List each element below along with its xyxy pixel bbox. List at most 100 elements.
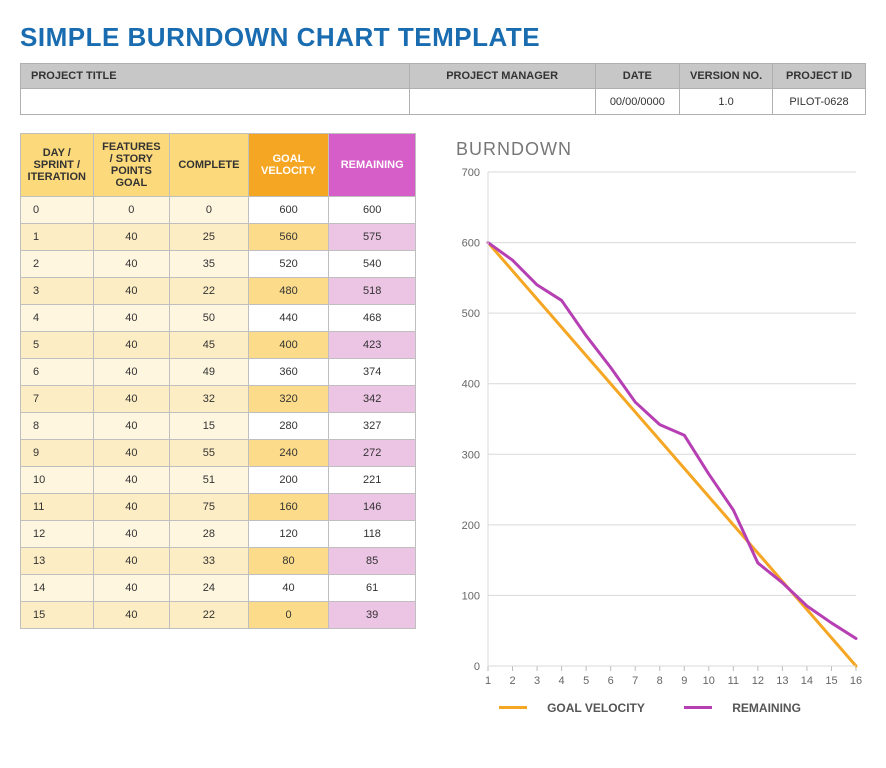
legend-remaining: REMAINING	[684, 701, 813, 715]
cell: 22	[170, 278, 249, 305]
chart-legend: GOAL VELOCITY REMAINING	[446, 698, 866, 715]
svg-text:700: 700	[462, 167, 480, 179]
svg-text:4: 4	[559, 675, 565, 687]
cell: 4	[21, 305, 94, 332]
svg-text:8: 8	[657, 675, 663, 687]
val-version[interactable]: 1.0	[680, 89, 773, 115]
cell: 40	[93, 521, 170, 548]
svg-text:14: 14	[801, 675, 813, 687]
cell: 40	[93, 251, 170, 278]
cell: 480	[248, 278, 329, 305]
cell: 15	[170, 413, 249, 440]
th-features: FEATURES / STORY POINTS GOAL	[93, 134, 170, 197]
cell: 280	[248, 413, 329, 440]
cell: 520	[248, 251, 329, 278]
cell: 160	[248, 494, 329, 521]
cell: 600	[329, 197, 416, 224]
table-row: 154022039	[21, 602, 416, 629]
svg-text:6: 6	[608, 675, 614, 687]
th-goal-velocity: GOAL VELOCITY	[248, 134, 329, 197]
cell: 40	[93, 575, 170, 602]
table-row: 64049360374	[21, 359, 416, 386]
val-project-manager[interactable]	[409, 89, 595, 115]
cell: 15	[21, 602, 94, 629]
cell: 61	[329, 575, 416, 602]
cell: 50	[170, 305, 249, 332]
cell: 32	[170, 386, 249, 413]
cell: 423	[329, 332, 416, 359]
cell: 55	[170, 440, 249, 467]
table-row: 24035520540	[21, 251, 416, 278]
chart-title: BURNDOWN	[456, 139, 866, 160]
svg-text:10: 10	[703, 675, 715, 687]
burndown-chart: 0100200300400500600700123456789101112131…	[446, 164, 866, 694]
cell: 11	[21, 494, 94, 521]
table-row: 94055240272	[21, 440, 416, 467]
cell: 272	[329, 440, 416, 467]
svg-text:1: 1	[485, 675, 491, 687]
cell: 13	[21, 548, 94, 575]
cell: 51	[170, 467, 249, 494]
cell: 24	[170, 575, 249, 602]
th-project-manager: PROJECT MANAGER	[409, 64, 595, 89]
cell: 374	[329, 359, 416, 386]
svg-text:100: 100	[462, 590, 480, 602]
cell: 118	[329, 521, 416, 548]
svg-text:3: 3	[534, 675, 540, 687]
table-row: 34022480518	[21, 278, 416, 305]
val-date[interactable]: 00/00/0000	[595, 89, 680, 115]
chart-area: BURNDOWN 0100200300400500600700123456789…	[446, 133, 866, 715]
svg-text:13: 13	[776, 675, 788, 687]
project-info-table: PROJECT TITLE PROJECT MANAGER DATE VERSI…	[20, 63, 866, 115]
svg-text:400: 400	[462, 379, 480, 391]
cell: 40	[93, 332, 170, 359]
cell: 200	[248, 467, 329, 494]
cell: 40	[93, 494, 170, 521]
table-row: 1340338085	[21, 548, 416, 575]
cell: 221	[329, 467, 416, 494]
cell: 0	[170, 197, 249, 224]
cell: 0	[21, 197, 94, 224]
svg-text:9: 9	[681, 675, 687, 687]
table-row: 74032320342	[21, 386, 416, 413]
cell: 320	[248, 386, 329, 413]
svg-text:11: 11	[728, 675, 739, 687]
legend-remaining-label: REMAINING	[732, 701, 801, 715]
table-row: 124028120118	[21, 521, 416, 548]
legend-goal: GOAL VELOCITY	[499, 701, 657, 715]
svg-text:16: 16	[850, 675, 862, 687]
cell: 10	[21, 467, 94, 494]
svg-text:12: 12	[752, 675, 764, 687]
cell: 560	[248, 224, 329, 251]
cell: 28	[170, 521, 249, 548]
cell: 40	[93, 548, 170, 575]
cell: 40	[93, 440, 170, 467]
cell: 14	[21, 575, 94, 602]
val-project-id[interactable]: PILOT-0628	[773, 89, 866, 115]
table-row: 114075160146	[21, 494, 416, 521]
cell: 12	[21, 521, 94, 548]
svg-text:2: 2	[509, 675, 515, 687]
cell: 2	[21, 251, 94, 278]
cell: 40	[93, 278, 170, 305]
table-row: 84015280327	[21, 413, 416, 440]
page-title: SIMPLE BURNDOWN CHART TEMPLATE	[20, 22, 866, 53]
svg-text:5: 5	[583, 675, 589, 687]
cell: 360	[248, 359, 329, 386]
cell: 400	[248, 332, 329, 359]
th-remaining: REMAINING	[329, 134, 416, 197]
cell: 80	[248, 548, 329, 575]
val-project-title[interactable]	[21, 89, 410, 115]
cell: 518	[329, 278, 416, 305]
cell: 40	[248, 575, 329, 602]
cell: 25	[170, 224, 249, 251]
cell: 600	[248, 197, 329, 224]
cell: 440	[248, 305, 329, 332]
svg-text:0: 0	[474, 661, 480, 673]
cell: 342	[329, 386, 416, 413]
table-row: 14025560575	[21, 224, 416, 251]
cell: 146	[329, 494, 416, 521]
svg-text:300: 300	[462, 449, 480, 461]
cell: 0	[93, 197, 170, 224]
cell: 7	[21, 386, 94, 413]
